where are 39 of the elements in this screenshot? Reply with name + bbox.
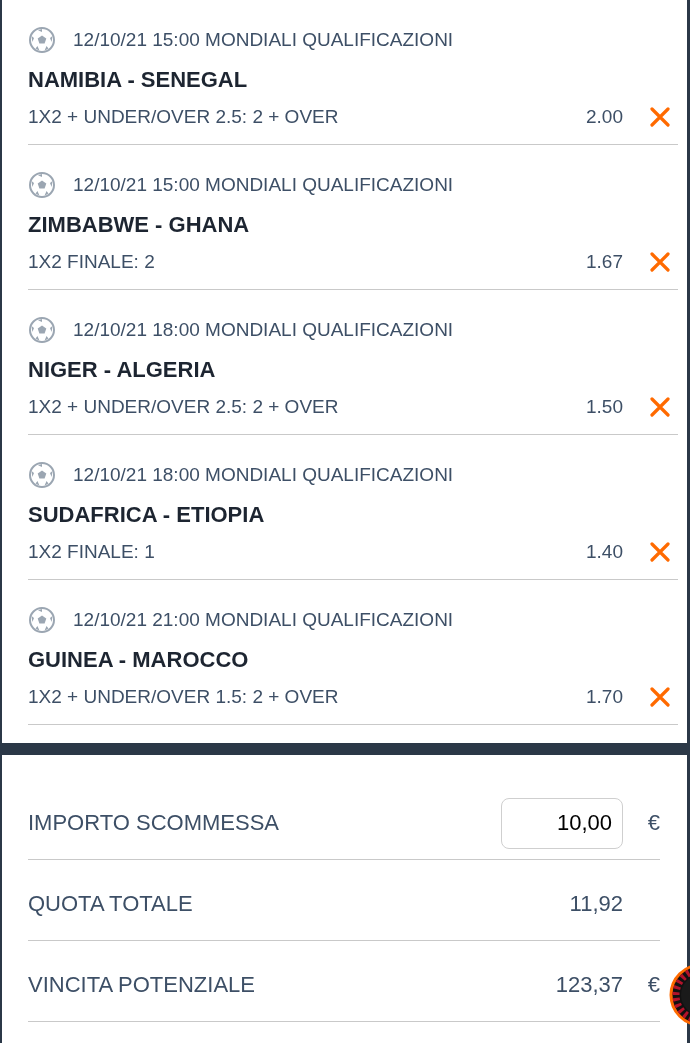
soccer-ball-icon (29, 462, 55, 488)
event-info: 12/10/21 15:00 MONDIALI QUALIFICAZIONI (73, 28, 454, 52)
summary-value: 11,92 (569, 890, 623, 918)
soccer-ball-icon (29, 607, 55, 633)
market-selection: 1X2 + UNDER/OVER 2.5: 2 + OVER (28, 105, 340, 129)
currency-symbol: € (646, 971, 660, 999)
odds-value: 1.50 (586, 395, 623, 419)
soccer-ball-icon (29, 317, 55, 343)
stake-input-field[interactable]: 10,00 (501, 797, 623, 849)
close-icon[interactable] (650, 542, 670, 562)
market-selection: 1X2 FINALE: 1 (28, 540, 156, 564)
market-selection: 1X2 FINALE: 2 (28, 250, 156, 274)
market-selection: 1X2 + UNDER/OVER 1.5: 2 + OVER (28, 685, 340, 709)
close-icon[interactable] (650, 397, 670, 417)
odds-value: 1.70 (586, 685, 623, 709)
market-selection: 1X2 + UNDER/OVER 2.5: 2 + OVER (28, 395, 340, 419)
match-name: GUINEA - MAROCCO (28, 647, 250, 673)
odds-value: 1.40 (586, 540, 623, 564)
summary-label: VINCITA POTENZIALE (28, 971, 256, 999)
event-info: 12/10/21 18:00 MONDIALI QUALIFICAZIONI (73, 318, 454, 342)
roulette-wheel-icon[interactable] (668, 963, 690, 1027)
close-icon[interactable] (650, 687, 670, 707)
match-name: SUDAFRICA - ETIOPIA (28, 502, 266, 528)
odds-value: 1.67 (586, 250, 623, 274)
match-name: NIGER - ALGERIA (28, 357, 217, 383)
summary-label: QUOTA TOTALE (28, 890, 194, 918)
summary-label: IMPORTO SCOMMESSA (28, 809, 280, 837)
match-name: NAMIBIA - SENEGAL (28, 67, 249, 93)
event-info: 12/10/21 21:00 MONDIALI QUALIFICAZIONI (73, 608, 454, 632)
currency-symbol: € (646, 809, 660, 837)
close-icon[interactable] (650, 252, 670, 272)
soccer-ball-icon (29, 172, 55, 198)
match-name: ZIMBABWE - GHANA (28, 212, 251, 238)
odds-value: 2.00 (586, 105, 623, 129)
soccer-ball-icon (29, 27, 55, 53)
summary-value: 123,37 (555, 971, 623, 999)
close-icon[interactable] (650, 107, 670, 127)
event-info: 12/10/21 15:00 MONDIALI QUALIFICAZIONI (73, 173, 454, 197)
event-info: 12/10/21 18:00 MONDIALI QUALIFICAZIONI (73, 463, 454, 487)
